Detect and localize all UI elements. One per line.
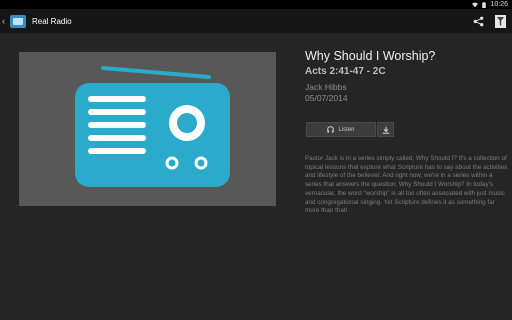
- sermon-speaker: Jack Hibbs: [305, 82, 347, 92]
- sermon-date: 05/07/2014: [305, 93, 348, 103]
- app-title: Real Radio: [32, 16, 72, 26]
- battery-icon: [482, 1, 487, 8]
- sermon-artwork: [19, 52, 276, 206]
- filter-icon: [497, 16, 504, 26]
- sermon-details: Why Should I Worship? Acts 2:41-47 - 2C …: [305, 48, 507, 104]
- sermon-passage: Acts 2:41-47 - 2C: [305, 66, 386, 77]
- headphones-icon: [327, 126, 335, 133]
- wifi-icon: [472, 2, 479, 7]
- sermon-actions: Listen: [306, 122, 394, 137]
- sermon-description: Pastor Jack is in a series simply called…: [305, 155, 508, 215]
- listen-label: Listen: [338, 126, 355, 133]
- app-logo-icon[interactable]: [10, 14, 26, 28]
- status-time: 10:26: [490, 1, 508, 8]
- share-button[interactable]: [471, 14, 485, 28]
- status-bar: 10:26: [0, 0, 512, 9]
- download-button[interactable]: [377, 122, 394, 137]
- sermon-title: Why Should I Worship?: [305, 49, 436, 63]
- filter-button[interactable]: [495, 14, 506, 28]
- download-icon: [382, 126, 389, 134]
- share-icon: [473, 16, 483, 26]
- back-chevron-icon[interactable]: ‹: [2, 9, 9, 33]
- listen-button[interactable]: Listen: [306, 122, 376, 137]
- action-bar: ‹ Real Radio: [0, 9, 512, 33]
- radio-icon: [75, 66, 230, 187]
